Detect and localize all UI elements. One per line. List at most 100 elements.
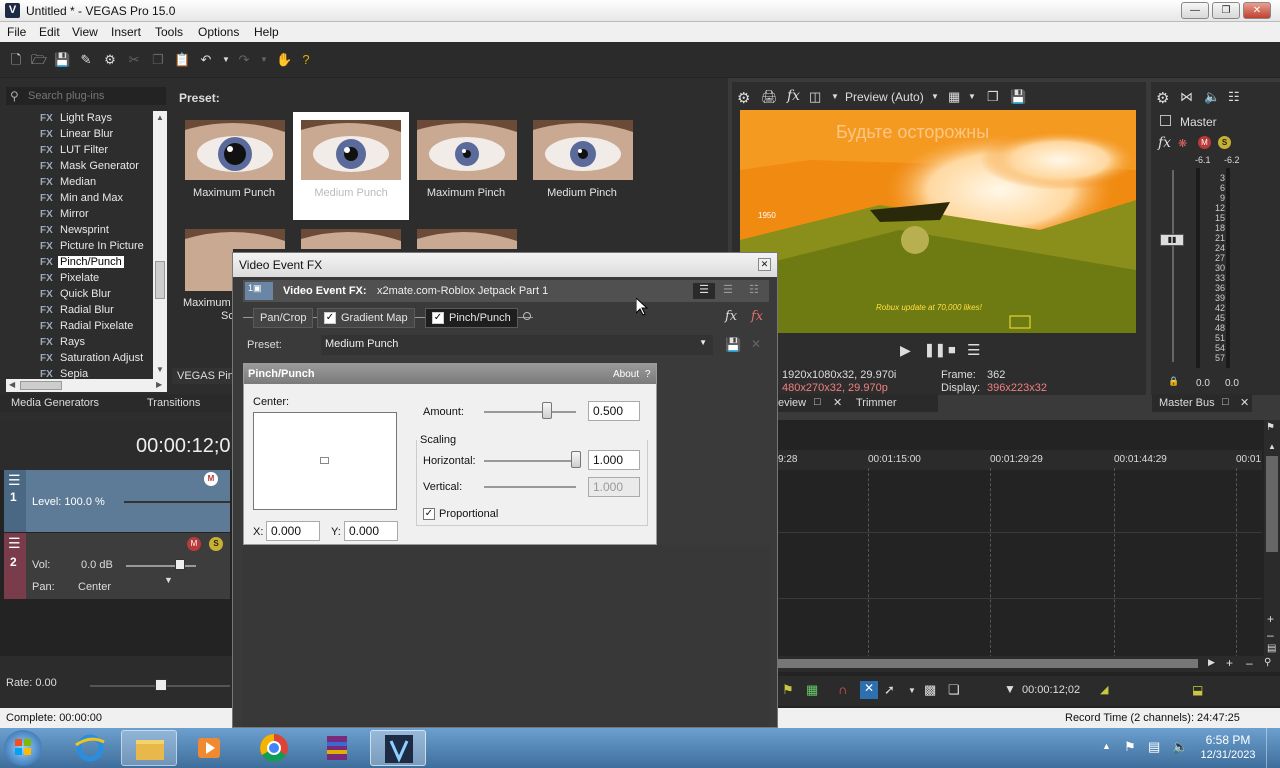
paste-icon[interactable]: 📋	[174, 52, 190, 68]
taskbar-winrar-icon[interactable]	[309, 730, 365, 766]
whats-this-help-icon[interactable]: ?	[298, 52, 314, 68]
zoom-in-horizontal-icon[interactable]: +	[1226, 656, 1233, 670]
tab-video-preview[interactable]: eview	[778, 397, 806, 409]
center-picker[interactable]	[253, 412, 397, 510]
play-icon[interactable]: ▶	[900, 342, 911, 359]
save-icon[interactable]: 💾	[54, 52, 70, 68]
master-mute-icon[interactable]: M	[1198, 136, 1211, 149]
taskbar-explorer-icon[interactable]	[121, 730, 177, 766]
master-fader-track[interactable]	[1172, 170, 1174, 362]
scroll-thumb[interactable]	[155, 261, 165, 299]
layout-grid-icon[interactable]: ☷	[749, 283, 759, 296]
audio-track-header[interactable]: ☰ 2 M S Vol: 0.0 dB Pan: Center ▼	[4, 533, 230, 599]
dialog-title-bar[interactable]: Video Event FX ✕	[233, 253, 777, 277]
master-fx-icon[interactable]: fx	[1158, 135, 1171, 151]
gradient-map-checkbox[interactable]: ✓	[324, 312, 336, 325]
timeline-marker-icon[interactable]: ⚑	[1266, 422, 1275, 433]
minimize-button[interactable]: —	[1181, 2, 1209, 19]
track2-solo-icon[interactable]: S	[209, 537, 223, 551]
fx-chain-pinch-punch[interactable]: ✓ Pinch/Punch	[425, 308, 518, 328]
tab-undock-icon[interactable]: □	[814, 396, 821, 408]
menu-insert[interactable]: Insert	[111, 25, 141, 39]
horizontal-input[interactable]: 1.000	[588, 450, 640, 470]
open-folder-icon[interactable]: 🗁	[31, 52, 47, 68]
menu-edit[interactable]: Edit	[39, 25, 60, 39]
edit-tool-dropdown-icon[interactable]: ▼	[908, 686, 916, 695]
x-input[interactable]: 0.000	[266, 521, 320, 541]
ignore-grouping-icon[interactable]: ❏	[948, 682, 960, 698]
new-file-icon[interactable]: 🗋	[8, 52, 24, 68]
start-button[interactable]	[4, 730, 42, 766]
auto-ripple-icon[interactable]: ✕	[860, 681, 878, 699]
master-fx-chain-icon[interactable]: ❋	[1178, 137, 1187, 150]
master-lock-icon[interactable]: 🔒	[1168, 376, 1179, 387]
preview-quality-dropdown[interactable]: Preview (Auto)	[845, 90, 924, 104]
layout-split-icon[interactable]: ☰	[723, 283, 733, 296]
redo-dropdown-icon[interactable]: ▼	[256, 52, 272, 68]
show-desktop-button[interactable]	[1266, 728, 1280, 768]
save-as-icon[interactable]: ✎	[78, 52, 94, 68]
menu-view[interactable]: View	[72, 25, 98, 39]
undo-dropdown-icon[interactable]: ▼	[218, 52, 234, 68]
timeline-ruler[interactable]: 9:28 00:01:15:00 00:01:29:29 00:01:44:29…	[778, 450, 1262, 470]
horizontal-slider-track[interactable]	[484, 460, 576, 462]
pinch-punch-checkbox[interactable]: ✓	[432, 312, 444, 325]
menu-tools[interactable]: Tools	[155, 25, 183, 39]
zoom-in-icon[interactable]: +	[1267, 612, 1274, 626]
timeline-hscroll-thumb[interactable]	[778, 659, 1198, 668]
timeline-vscroll-thumb[interactable]	[1266, 456, 1278, 552]
dialog-close-button[interactable]: ✕	[758, 258, 771, 271]
tab-master-bus[interactable]: Master Bus	[1159, 397, 1215, 409]
split-dropdown-icon[interactable]: ▼	[831, 92, 839, 101]
track1-menu-icon[interactable]: ☰	[8, 472, 21, 489]
center-crosshair-icon[interactable]	[320, 457, 329, 464]
menu-options[interactable]: Options	[198, 25, 239, 39]
remove-fx-icon[interactable]: fx	[751, 309, 763, 324]
zoom-out-icon[interactable]: –	[1267, 628, 1274, 642]
plugin-item[interactable]: FX Linear Blur	[40, 128, 115, 144]
zoom-search-icon[interactable]: ⚲	[1264, 657, 1271, 668]
plugin-item[interactable]: FX Sepia	[40, 368, 90, 379]
help-pointer-icon[interactable]: ✋	[276, 52, 292, 68]
plugin-search-input[interactable]: Search plug-ins	[6, 87, 166, 105]
close-button[interactable]: ✕	[1243, 2, 1271, 19]
layout-list-icon[interactable]: ☰	[693, 283, 715, 299]
proportional-checkbox[interactable]: ✓	[423, 508, 435, 520]
scroll-left-icon[interactable]: ◀	[9, 380, 15, 389]
track2-vol-slider[interactable]	[126, 565, 196, 567]
plugin-item[interactable]: FX Min and Max	[40, 192, 125, 208]
amount-slider-knob[interactable]	[542, 402, 553, 419]
preview-settings-gear-icon[interactable]: ⚙	[737, 89, 750, 107]
redo-icon[interactable]: ↷	[236, 52, 252, 68]
preset-thumbnail-partial[interactable]	[185, 249, 233, 291]
delete-preset-icon[interactable]: ✕	[751, 337, 761, 351]
plugin-item[interactable]: FX Mirror	[40, 208, 91, 224]
about-link[interactable]: About	[613, 369, 639, 380]
overlays-grid-icon[interactable]: ▦	[948, 89, 960, 105]
plugin-tree-hscrollbar[interactable]: ◀ ▶	[6, 379, 167, 392]
tray-flag-icon[interactable]: ⚑	[1124, 739, 1136, 755]
tab-transitions[interactable]: Transitions	[147, 397, 200, 409]
scroll-right-icon[interactable]: ▶	[156, 380, 162, 389]
marker-flag-icon[interactable]: ⚑	[782, 682, 794, 698]
master-solo-icon[interactable]: S	[1218, 136, 1231, 149]
amount-input[interactable]: 0.500	[588, 401, 640, 421]
master-settings-gear-icon[interactable]: ⚙	[1156, 89, 1169, 107]
plugin-item[interactable]: FX Radial Pixelate	[40, 320, 135, 336]
preset-thumbnail-medium-pinch[interactable]	[533, 120, 633, 180]
save-snapshot-icon[interactable]: 💾	[1010, 89, 1026, 105]
plugin-item[interactable]: FX Pixelate	[40, 272, 101, 288]
plugin-item-selected[interactable]: FX Pinch/Punch	[40, 256, 124, 272]
plugin-item[interactable]: FX Radial Blur	[40, 304, 116, 320]
track2-pan-marker-icon[interactable]: ▼	[164, 575, 173, 585]
tab-close-icon[interactable]: ✕	[1240, 396, 1249, 409]
tray-volume-icon[interactable]: 🔈	[1172, 739, 1188, 755]
plugin-item[interactable]: FX Picture In Picture	[40, 240, 146, 256]
timeline-vscroll[interactable]: ⚑ ▲ + – ▤	[1264, 420, 1280, 656]
taskbar-vegas-icon[interactable]	[370, 730, 426, 766]
tab-close-icon[interactable]: ✕	[833, 396, 842, 409]
overlays-dropdown-icon[interactable]: ▼	[968, 92, 976, 101]
tray-date[interactable]: 12/31/2023	[1198, 749, 1258, 761]
add-fx-icon[interactable]: fx	[725, 309, 737, 324]
track2-vol-knob[interactable]	[175, 559, 185, 570]
